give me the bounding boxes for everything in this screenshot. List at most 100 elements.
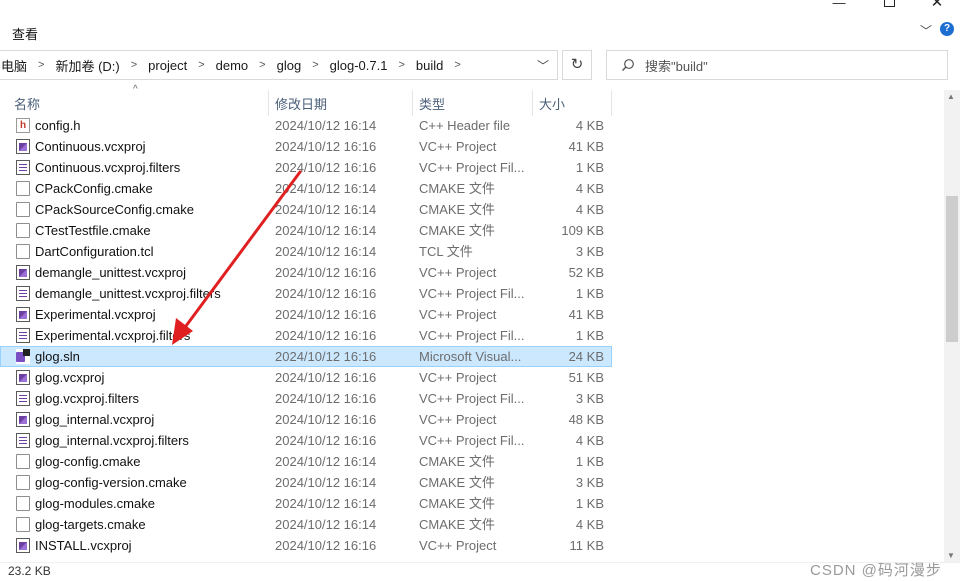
file-size: 48 KB: [568, 412, 604, 427]
file-type: CMAKE 文件: [419, 517, 495, 532]
chevron-right-icon[interactable]: >: [122, 59, 146, 71]
breadcrumb: 电脑 > 新加卷 (D:) > project > demo > glog > glog-0.7.1…: [0, 56, 470, 75]
file-date: 2024/10/12 16:16: [275, 307, 377, 322]
file-date: 2024/10/12 16:14: [275, 454, 377, 469]
scrollbar-thumb[interactable]: [946, 196, 958, 342]
cmake-file-icon: [16, 202, 30, 217]
file-row[interactable]: INSTALL.vcxproj 2024/10/12 16:16 VC++ Proj…: [0, 535, 612, 556]
file-date: 2024/10/12 16:14: [275, 475, 377, 490]
help-icon[interactable]: ?: [940, 22, 954, 36]
breadcrumb-item[interactable]: project: [146, 58, 189, 73]
breadcrumb-item[interactable]: 新加卷 (D:): [53, 56, 121, 75]
tab-view[interactable]: 查看: [12, 24, 38, 43]
file-row[interactable]: glog.vcxproj 2024/10/12 16:16 VC++ Project…: [0, 367, 612, 388]
file-name: Continuous.vcxproj.filters: [35, 160, 181, 175]
file-name: demangle_unittest.vcxproj.filters: [35, 286, 221, 301]
column-header-size[interactable]: 大小: [539, 94, 565, 113]
file-row[interactable]: Experimental.vcxproj 2024/10/12 16:16 VC++…: [0, 304, 612, 325]
scroll-down-icon[interactable]: ▼: [947, 551, 955, 560]
filters-icon: [16, 160, 30, 175]
file-row[interactable]: CPackConfig.cmake 2024/10/12 16:14 CMAKE 文…: [0, 178, 612, 199]
file-size: 1 KB: [575, 328, 604, 343]
file-date: 2024/10/12 16:16: [275, 328, 377, 343]
file-row[interactable]: Continuous.vcxproj.filters 2024/10/12 16:…: [0, 157, 612, 178]
ribbon-expand-icon[interactable]: ﹀: [920, 22, 932, 39]
file-name: Continuous.vcxproj: [35, 139, 146, 154]
file-row[interactable]: DartConfiguration.tcl 2024/10/12 16:14 TCL…: [0, 241, 612, 262]
refresh-button[interactable]: ↻: [562, 50, 592, 80]
watermark: CSDN @码河漫步: [810, 562, 942, 579]
file-size: 51 KB: [568, 370, 604, 385]
vcxproj-icon: [16, 265, 30, 280]
file-row[interactable]: glog.vcxproj.filters 2024/10/12 16:16 VC++…: [0, 388, 612, 409]
breadcrumb-item[interactable]: build: [414, 58, 445, 73]
file-date: 2024/10/12 16:14: [275, 244, 377, 259]
column-divider[interactable]: [611, 90, 612, 116]
close-button[interactable]: ✕: [914, 0, 960, 10]
chevron-right-icon[interactable]: >: [389, 59, 413, 71]
file-row[interactable]: Experimental.vcxproj.filters 2024/10/12 1…: [0, 325, 612, 346]
chevron-right-icon[interactable]: >: [303, 59, 327, 71]
breadcrumb-item[interactable]: glog: [275, 58, 304, 73]
file-size: 3 KB: [575, 244, 604, 259]
file-row[interactable]: glog-modules.cmake 2024/10/12 16:14 CMAKE …: [0, 493, 612, 514]
search-input[interactable]: 搜索"build": [645, 56, 708, 75]
minimize-icon: —: [832, 0, 846, 10]
breadcrumb-item[interactable]: demo: [214, 58, 251, 73]
breadcrumb-item[interactable]: glog-0.7.1: [328, 58, 390, 73]
file-date: 2024/10/12 16:16: [275, 349, 377, 364]
file-row[interactable]: h config.h 2024/10/12 16:14 C++ Header file…: [0, 115, 612, 136]
file-type: VC++ Project: [419, 412, 497, 427]
maximize-button[interactable]: [866, 0, 912, 10]
file-date: 2024/10/12 16:16: [275, 265, 377, 280]
chevron-right-icon[interactable]: >: [29, 59, 53, 71]
file-row[interactable]: glog_internal.vcxproj.filters 2024/10/12 …: [0, 430, 612, 451]
file-row[interactable]: glog_internal.vcxproj 2024/10/12 16:16 VC+…: [0, 409, 612, 430]
file-type: CMAKE 文件: [419, 202, 495, 217]
file-type: VC++ Project Fil...: [419, 286, 525, 301]
minimize-button[interactable]: —: [816, 0, 862, 10]
filters-icon: [16, 391, 30, 406]
column-header-type[interactable]: 类型: [419, 94, 445, 113]
file-size: 1 KB: [575, 286, 604, 301]
search-box[interactable]: 搜索"build": [606, 50, 948, 80]
file-row[interactable]: demangle_unittest.vcxproj.filters 2024/10…: [0, 283, 612, 304]
file-date: 2024/10/12 16:16: [275, 433, 377, 448]
file-date: 2024/10/12 16:16: [275, 391, 377, 406]
chevron-right-icon[interactable]: >: [445, 59, 469, 71]
chevron-right-icon[interactable]: >: [250, 59, 274, 71]
file-name: glog-targets.cmake: [35, 517, 146, 532]
file-name: glog.sln: [35, 349, 80, 364]
vcxproj-icon: [16, 307, 30, 322]
cmake-file-icon: [16, 223, 30, 238]
file-name: CPackSourceConfig.cmake: [35, 202, 194, 217]
file-row[interactable]: glog-targets.cmake 2024/10/12 16:14 CMAKE …: [0, 514, 612, 535]
filters-icon: [16, 328, 30, 343]
column-header-date[interactable]: 修改日期: [275, 94, 327, 113]
vertical-scrollbar[interactable]: ▲ ▼: [944, 90, 960, 562]
file-name: Experimental.vcxproj: [35, 307, 156, 322]
file-date: 2024/10/12 16:16: [275, 370, 377, 385]
file-row[interactable]: demangle_unittest.vcxproj 2024/10/12 16:1…: [0, 262, 612, 283]
file-row[interactable]: Continuous.vcxproj 2024/10/12 16:16 VC++ P…: [0, 136, 612, 157]
chevron-right-icon[interactable]: >: [189, 59, 213, 71]
file-row[interactable]: glog.sln 2024/10/12 16:16 Microsoft Visual…: [0, 346, 612, 367]
file-row[interactable]: glog-config.cmake 2024/10/12 16:14 CMAKE 文…: [0, 451, 612, 472]
file-size: 4 KB: [575, 517, 604, 532]
file-name: CTestTestfile.cmake: [35, 223, 151, 238]
column-header-name[interactable]: 名称: [14, 94, 40, 113]
file-name: glog-config.cmake: [35, 454, 141, 469]
file-row[interactable]: CTestTestfile.cmake 2024/10/12 16:14 CMAKE…: [0, 220, 612, 241]
file-row[interactable]: CPackSourceConfig.cmake 2024/10/12 16:14 C…: [0, 199, 612, 220]
file-size: 52 KB: [568, 265, 604, 280]
file-type: VC++ Project: [419, 538, 497, 553]
column-divider[interactable]: [532, 90, 533, 116]
scroll-up-icon[interactable]: ▲: [947, 92, 955, 101]
breadcrumb-item[interactable]: 电脑: [0, 56, 29, 75]
file-type: CMAKE 文件: [419, 454, 495, 469]
column-divider[interactable]: [412, 90, 413, 116]
address-dropdown-icon[interactable]: ﹀: [537, 57, 549, 74]
file-row[interactable]: glog-config-version.cmake 2024/10/12 16:1…: [0, 472, 612, 493]
address-bar[interactable]: 电脑 > 新加卷 (D:) > project > demo > glog > glog-0.7.1…: [0, 50, 558, 80]
column-divider[interactable]: [268, 90, 269, 116]
